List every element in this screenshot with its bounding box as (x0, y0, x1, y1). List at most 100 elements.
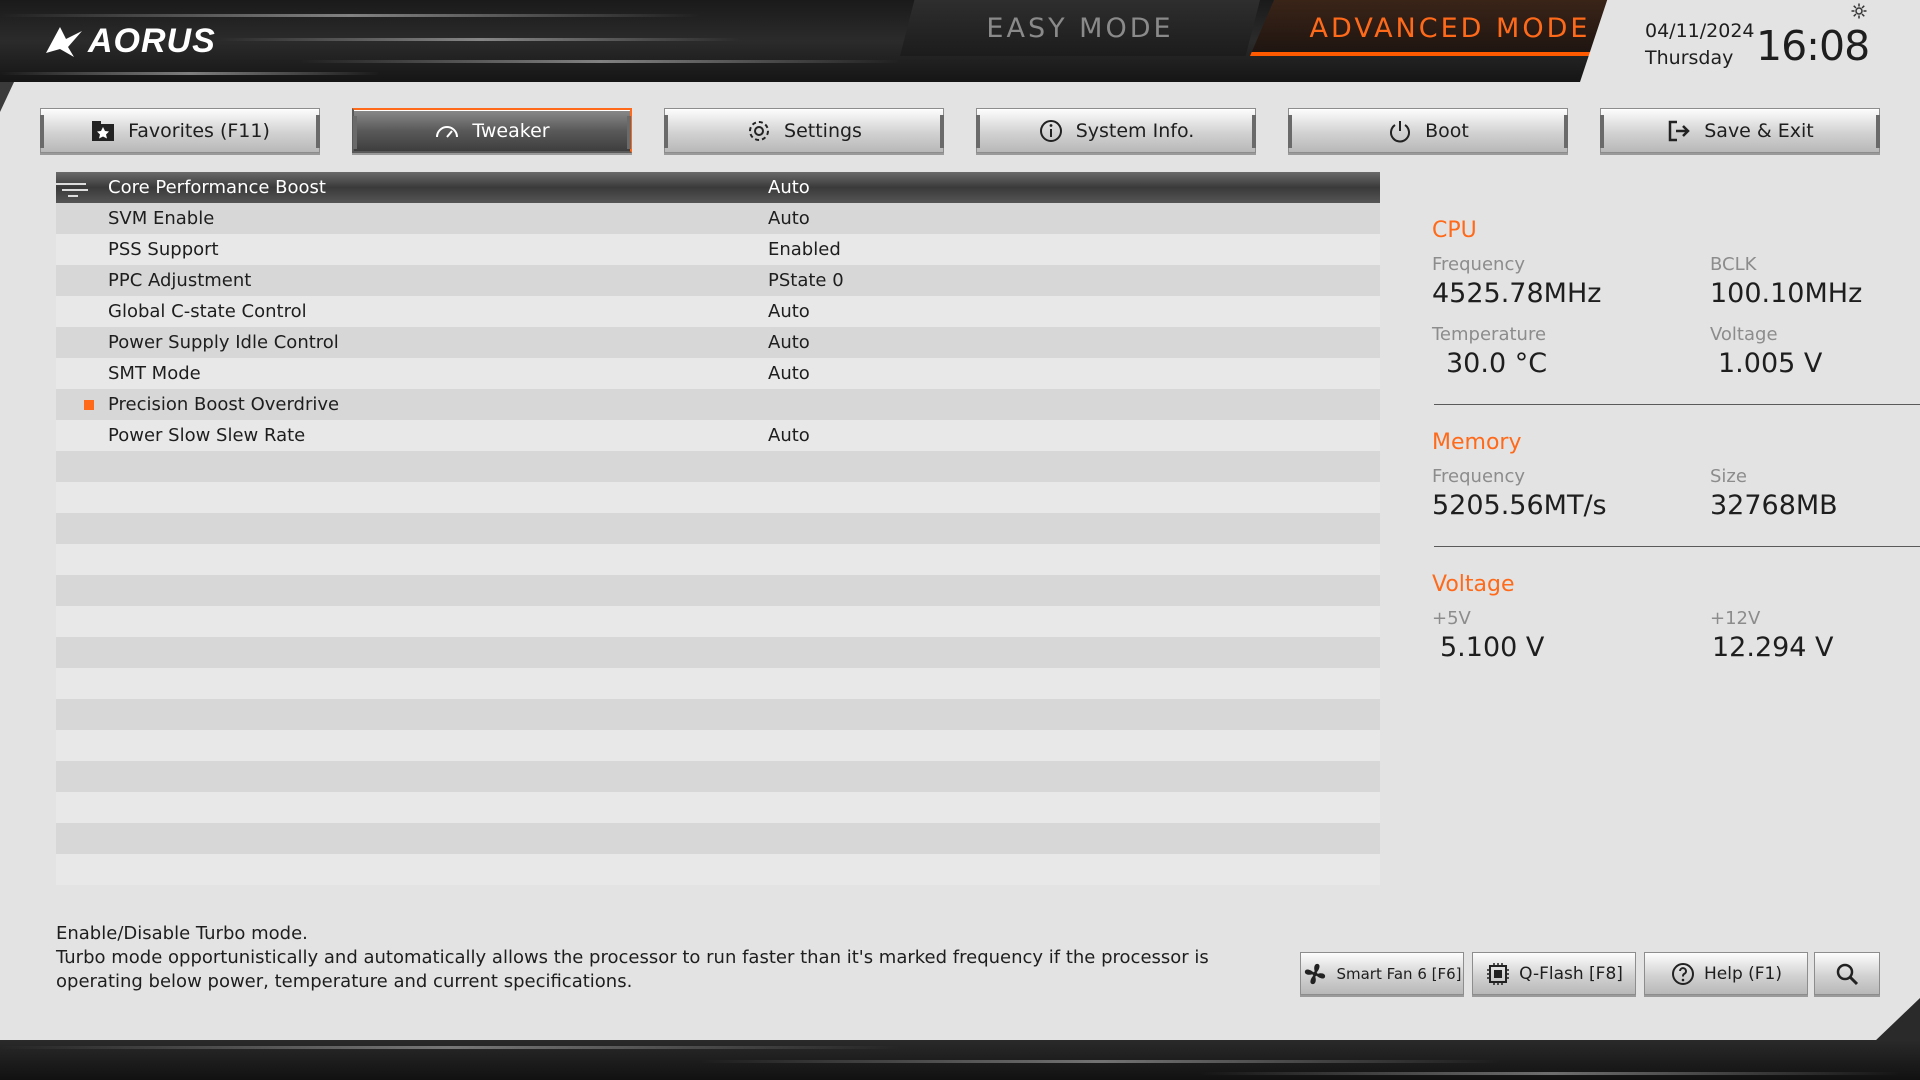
speedometer-icon (434, 118, 460, 144)
cpu-voltage-label: Voltage (1710, 324, 1778, 345)
v5-label: +5V (1432, 608, 1471, 629)
submenu-bullet-icon (84, 400, 94, 410)
tab-label: Settings (784, 119, 862, 142)
aorus-logo: AORUS (44, 22, 216, 61)
memory-frequency-value: 5205.56MT/s (1432, 490, 1607, 521)
voltage-section-title: Voltage (1432, 572, 1515, 597)
empty-row (56, 451, 1380, 482)
tab-settings[interactable]: Settings (664, 108, 944, 153)
tab-boot[interactable]: Boot (1288, 108, 1568, 153)
v12-label: +12V (1710, 608, 1761, 629)
empty-row (56, 761, 1380, 792)
setting-label: PSS Support (108, 239, 219, 260)
selection-marker-icon (56, 183, 88, 197)
date-text: 04/11/2024 (1645, 20, 1755, 42)
search-icon (1836, 963, 1859, 985)
memory-frequency-label: Frequency (1432, 466, 1525, 487)
tab-label: System Info. (1075, 119, 1195, 142)
setting-row-power-supply-idle-control[interactable]: Power Supply Idle Control Auto (56, 327, 1380, 358)
setting-label: PPC Adjustment (108, 270, 252, 291)
empty-row (56, 854, 1380, 885)
help-icon (1671, 962, 1694, 985)
help-button[interactable]: Help (F1) (1644, 952, 1808, 995)
setting-row-core-performance-boost[interactable]: Core Performance Boost Auto (56, 172, 1380, 203)
tab-favorites[interactable]: Favorites (F11) (40, 108, 320, 153)
tab-label: Boot (1425, 119, 1469, 142)
cpu-temperature-value: 30.0 °C (1446, 348, 1548, 379)
clock-time: 16:08 (1756, 22, 1870, 70)
setting-label: Core Performance Boost (108, 177, 326, 198)
settings-list: Core Performance Boost Auto SVM Enable A… (56, 172, 1380, 885)
edge-decoration (1874, 998, 1920, 1042)
setting-value[interactable]: Auto (768, 208, 810, 229)
setting-row-pss-support[interactable]: PSS Support Enabled (56, 234, 1380, 265)
fan-icon (1305, 963, 1326, 984)
cpu-section-title: CPU (1432, 218, 1477, 243)
setting-row-global-cstate-control[interactable]: Global C-state Control Auto (56, 296, 1380, 327)
gear-icon (746, 118, 772, 144)
tab-label: Favorites (F11) (128, 119, 270, 142)
edge-decoration (0, 82, 14, 112)
setting-value[interactable]: Auto (768, 425, 810, 446)
empty-row (56, 482, 1380, 513)
help-description: Enable/Disable Turbo mode. Turbo mode op… (56, 922, 1296, 994)
setting-label: SMT Mode (108, 363, 201, 384)
setting-value[interactable]: PState 0 (768, 270, 844, 291)
empty-row (56, 730, 1380, 761)
power-icon (1387, 118, 1413, 144)
eagle-icon (46, 26, 82, 57)
empty-row (56, 544, 1380, 575)
gear-icon[interactable] (1850, 2, 1868, 20)
help-line-2: Turbo mode opportunistically and automat… (56, 947, 1209, 992)
setting-row-svm-enable[interactable]: SVM Enable Auto (56, 203, 1380, 234)
cpu-temperature-label: Temperature (1432, 324, 1547, 345)
star-folder-icon (90, 118, 116, 144)
smart-fan-label: Smart Fan 6 [F6] (1336, 964, 1462, 983)
easy-mode-button[interactable]: EASY MODE (900, 0, 1260, 56)
setting-row-ppc-adjustment[interactable]: PPC Adjustment PState 0 (56, 265, 1380, 296)
qflash-label: Q-Flash [F8] (1519, 963, 1623, 984)
empty-row (56, 823, 1380, 854)
empty-row (56, 699, 1380, 730)
qflash-button[interactable]: Q-Flash [F8] (1472, 952, 1636, 995)
section-divider (1434, 404, 1920, 405)
setting-value[interactable]: Auto (768, 363, 810, 384)
setting-label: Power Supply Idle Control (108, 332, 339, 353)
setting-label: SVM Enable (108, 208, 215, 229)
setting-label: Precision Boost Overdrive (108, 394, 340, 415)
setting-row-smt-mode[interactable]: SMT Mode Auto (56, 358, 1380, 389)
exit-icon (1666, 118, 1692, 144)
setting-value[interactable]: Auto (768, 332, 810, 353)
setting-row-precision-boost-overdrive[interactable]: Precision Boost Overdrive (56, 389, 1380, 420)
empty-row (56, 637, 1380, 668)
setting-label: Power Slow Slew Rate (108, 425, 306, 446)
setting-value[interactable]: Auto (768, 177, 810, 198)
day-text: Thursday (1645, 47, 1734, 69)
info-icon (1038, 118, 1064, 144)
tab-save-exit[interactable]: Save & Exit (1600, 108, 1880, 153)
chip-icon (1487, 962, 1510, 985)
setting-value[interactable]: Enabled (768, 239, 841, 260)
section-divider (1434, 546, 1920, 547)
empty-row (56, 575, 1380, 606)
empty-row (56, 606, 1380, 637)
footer-bar (0, 1040, 1920, 1080)
advanced-mode-button[interactable]: ADVANCED MODE (1250, 0, 1650, 56)
setting-row-power-slow-slew-rate[interactable]: Power Slow Slew Rate Auto (56, 420, 1380, 451)
cpu-voltage-value: 1.005 V (1718, 348, 1823, 379)
memory-size-label: Size (1710, 466, 1747, 487)
memory-size-value: 32768MB (1710, 490, 1838, 521)
search-button[interactable] (1814, 952, 1880, 995)
brand-name: AORUS (88, 22, 216, 60)
tab-system-info[interactable]: System Info. (976, 108, 1256, 153)
tab-tweaker[interactable]: Tweaker (352, 108, 632, 153)
setting-value[interactable]: Auto (768, 301, 810, 322)
cpu-frequency-value: 4525.78MHz (1432, 278, 1602, 309)
empty-row (56, 513, 1380, 544)
bclk-value: 100.10MHz (1710, 278, 1863, 309)
v5-value: 5.100 V (1440, 632, 1545, 663)
tab-label: Save & Exit (1704, 119, 1814, 142)
smart-fan-button[interactable]: Smart Fan 6 [F6] (1300, 952, 1464, 995)
memory-section-title: Memory (1432, 430, 1522, 455)
setting-label: Global C-state Control (108, 301, 307, 322)
